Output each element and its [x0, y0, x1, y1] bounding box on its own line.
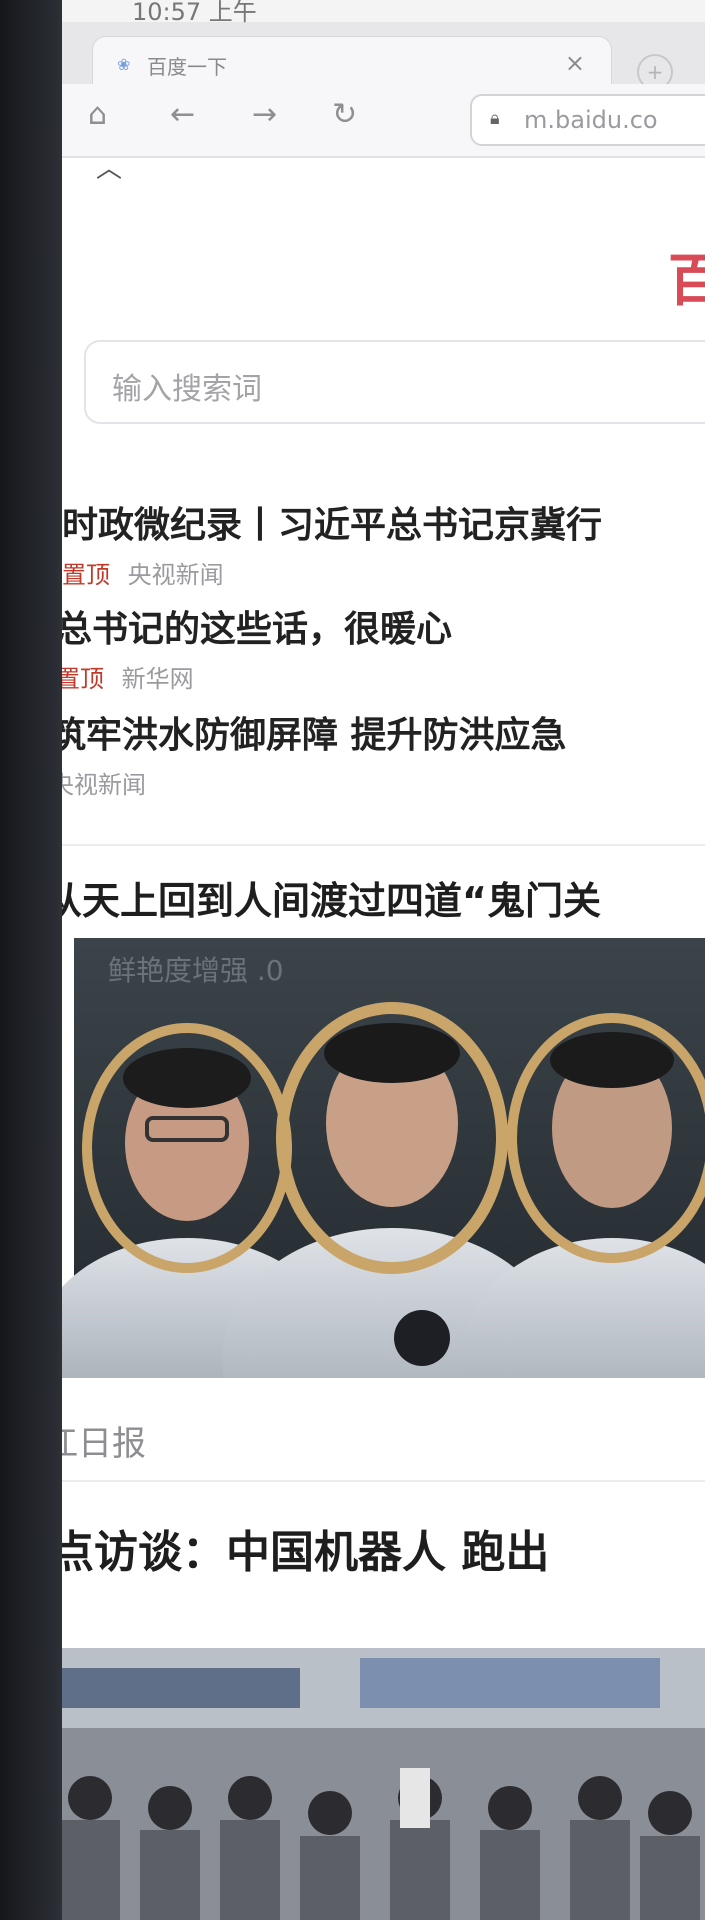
section-divider — [62, 1480, 705, 1482]
home-icon[interactable]: ⌂ — [88, 100, 107, 130]
image-caption: 鲜艳度增强 .0 — [108, 954, 284, 987]
news-meta: 置顶 新华网 — [62, 659, 705, 694]
feed-source: 浙江日报 — [62, 1424, 146, 1464]
hot-news-item[interactable]: 时政微纪录丨习近平总书记京冀行 置顶 央视新闻 — [62, 504, 705, 590]
status-time: 10:57 上午 — [132, 0, 257, 26]
url-text: m.baidu.co — [524, 106, 658, 134]
browser-toolbar: ⌂ ← → ↻ 🔒︎ m.baidu.co — [62, 84, 705, 158]
news-headline: 时政微纪录丨习近平总书记京冀行 — [62, 505, 603, 546]
reload-icon[interactable]: ↻ — [332, 100, 357, 130]
baidu-favicon-icon: ❀ — [117, 55, 131, 74]
pinned-tag: 置顶 — [62, 561, 110, 590]
news-headline: 总书记的这些话，很暖心 — [62, 609, 453, 650]
tab-title: 百度一下 — [147, 55, 227, 79]
hot-news-item[interactable]: 总书记的这些话，很暖心 置顶 新华网 — [62, 608, 705, 694]
tab-strip: ❀ 百度一下 × + — [62, 22, 705, 92]
feed-item[interactable]: 焦点访谈：中国机器人 跑出 — [62, 1516, 666, 1580]
forward-icon[interactable]: → — [252, 100, 277, 130]
news-source: 新华网 — [121, 665, 194, 694]
baidu-logo: 百 — [668, 248, 705, 314]
section-divider — [62, 844, 705, 846]
news-source: 央视新闻 — [127, 561, 224, 590]
chevron-up-icon[interactable]: ︿ — [96, 148, 122, 185]
address-bar[interactable]: 🔒︎ m.baidu.co — [470, 94, 705, 146]
news-source: 央视新闻 — [62, 771, 146, 800]
search-placeholder: 输入搜索词 — [112, 372, 262, 407]
news-headline: 筑牢洪水防御屏障 提升防洪应急 — [62, 715, 567, 756]
feed-headline: 从天上回到人间渡过四道“鬼门关 — [62, 879, 601, 923]
robot-expo-photo[interactable] — [62, 1648, 705, 1920]
pinned-tag: 置顶 — [62, 665, 104, 694]
search-input[interactable]: 输入搜索词 — [84, 340, 705, 424]
news-meta: 置顶 央视新闻 — [62, 555, 705, 590]
news-meta: 央视新闻 — [62, 765, 705, 800]
lock-icon: 🔒︎ — [490, 108, 500, 129]
browser-screen: ❀ 百度一下 × + 10:57 上午 ⌂ ← → ↻ 🔒︎ m.baidu.c… — [62, 0, 705, 1920]
hot-news-item[interactable]: 筑牢洪水防御屏障 提升防洪应急 央视新闻 — [62, 714, 705, 800]
baidu-page: ︿ 百 输入搜索词 时政微纪录丨习近平总书记京冀行 置顶 央视新闻 总书记的这些… — [62, 154, 705, 1920]
feed-item[interactable]: 从天上回到人间渡过四道“鬼门关 — [62, 870, 704, 925]
back-icon[interactable]: ← — [170, 100, 195, 130]
feed-headline: 焦点访谈：中国机器人 跑出 — [62, 1527, 550, 1578]
astronaut-photo[interactable]: 鲜艳度增强 .0 — [62, 938, 705, 1378]
close-tab-icon[interactable]: × — [565, 49, 585, 77]
